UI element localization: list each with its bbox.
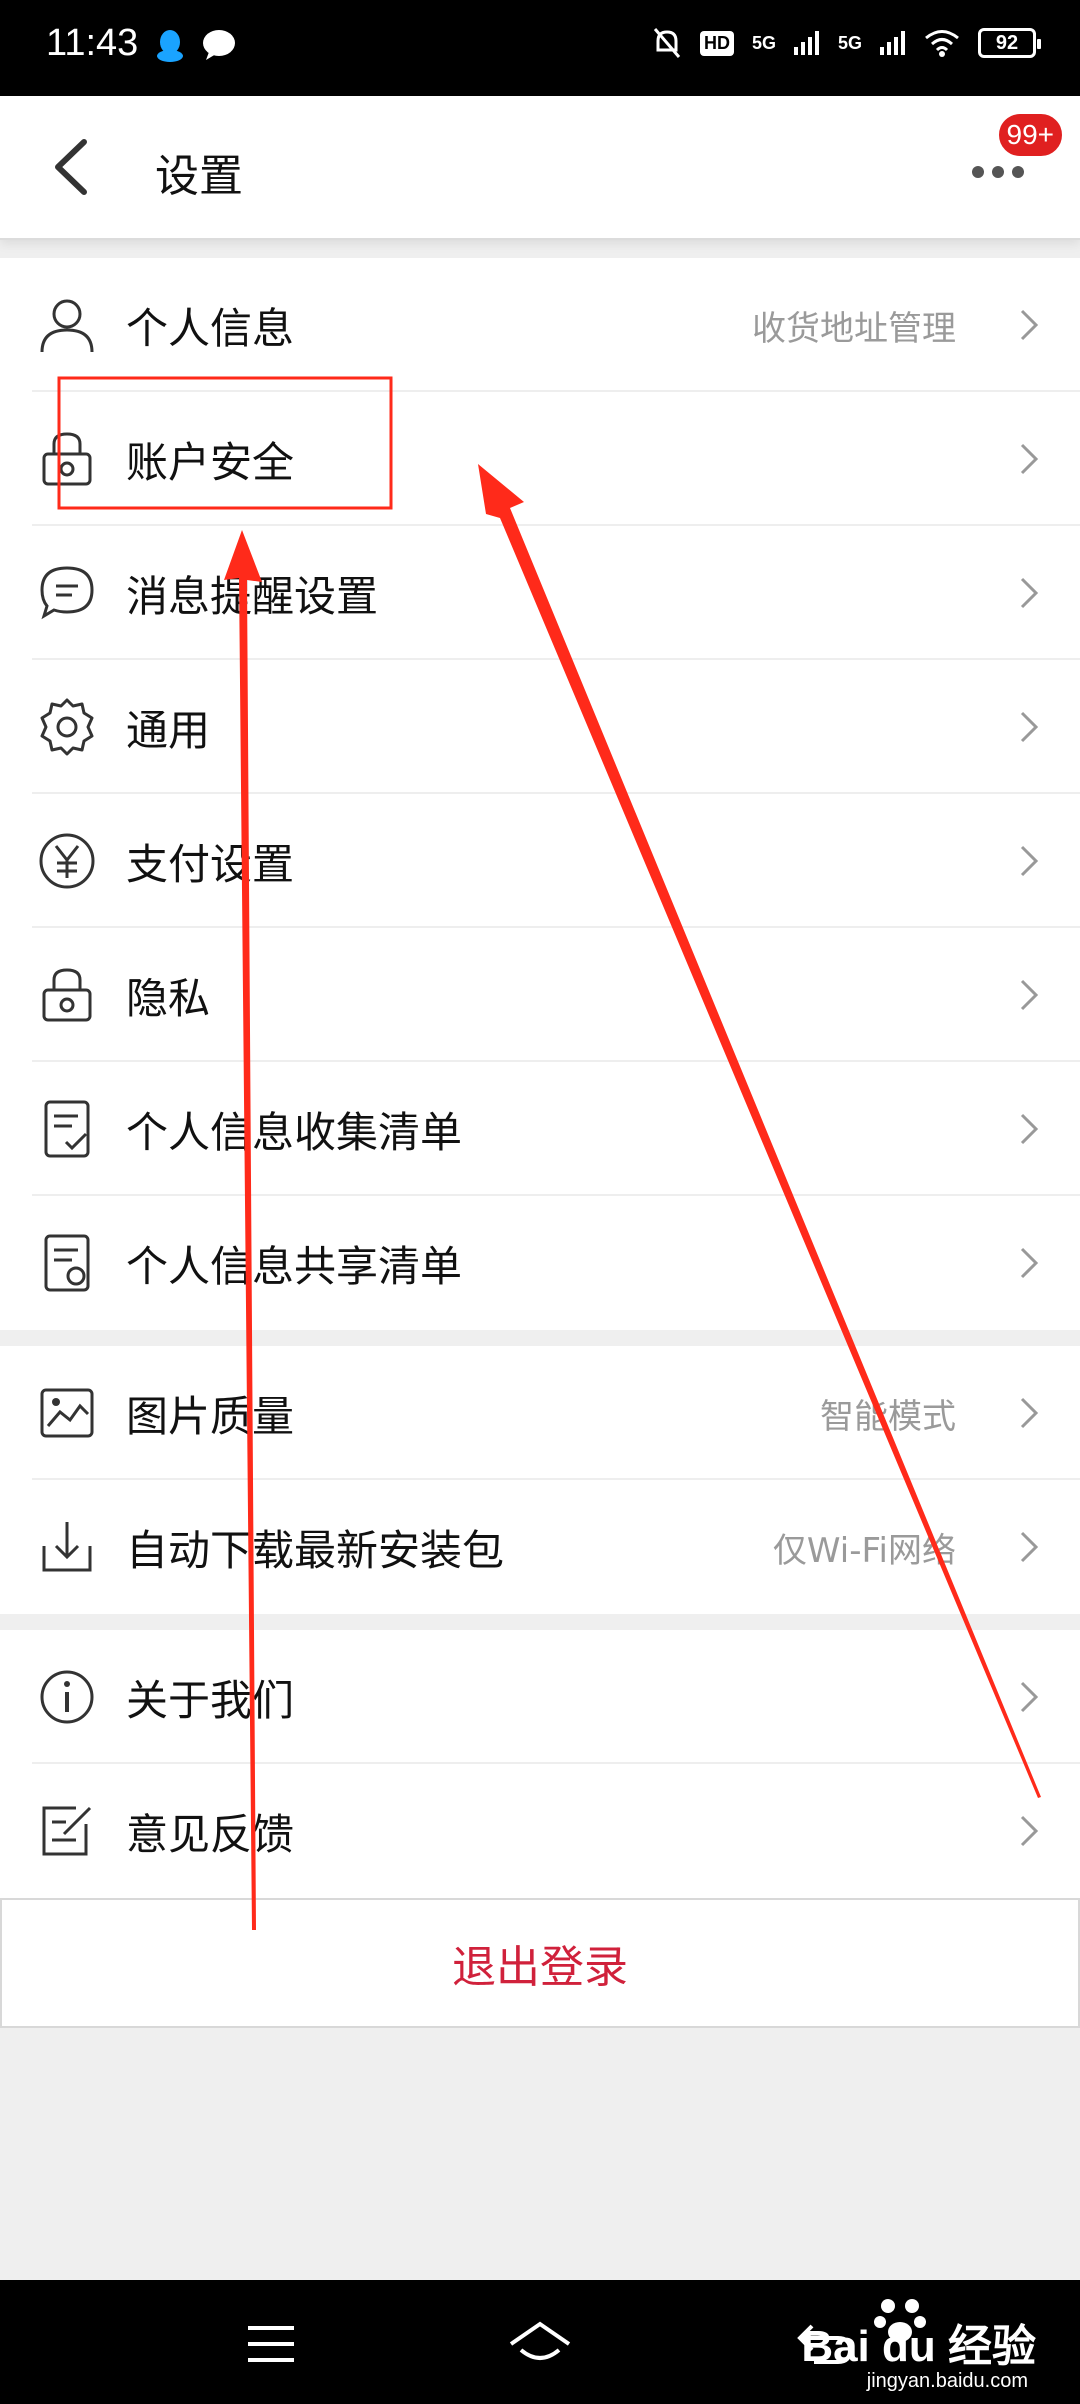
gear-icon: [40, 698, 94, 756]
back-arrow-icon[interactable]: [40, 132, 110, 202]
more-options-icon[interactable]: [968, 152, 1028, 192]
page-title: 设置: [155, 151, 243, 202]
settings-item-label: 自动下载最新安装包: [126, 1525, 505, 1575]
chevron-right-icon: [1020, 845, 1039, 877]
settings-item-payment[interactable]: 支付设置: [0, 794, 1080, 928]
wifi-icon: [925, 30, 959, 57]
settings-item-about-us[interactable]: 关于我们: [0, 1630, 1080, 1764]
watermark-title: Bai du 经验: [801, 2322, 1036, 2371]
settings-item-privacy[interactable]: 隐私: [0, 928, 1080, 1062]
baidu-jingyan-watermark: Bai du 经验 jingyan.baidu.com: [776, 2290, 1056, 2400]
watermark-url: jingyan.baidu.com: [866, 2370, 1028, 2392]
notification-icons: [155, 28, 237, 64]
qq-penguin-icon: [157, 30, 183, 62]
chevron-right-icon: [1020, 979, 1039, 1011]
logout-button[interactable]: 退出登录: [0, 1898, 1080, 2028]
chevron-right-icon: [1020, 443, 1039, 475]
chevron-right-icon: [1020, 577, 1039, 609]
chat-bubble-icon: [40, 566, 94, 620]
signal-bars-icon: [880, 31, 905, 55]
menu-icon[interactable]: [236, 2316, 306, 2372]
settings-group-about: 关于我们 意见反馈: [0, 1630, 1080, 1898]
chevron-right-icon: [1020, 711, 1039, 743]
settings-item-label: 意见反馈: [126, 1809, 295, 1859]
lock-icon: [42, 968, 92, 1022]
settings-item-label: 支付设置: [126, 839, 295, 889]
chevron-right-icon: [1020, 1681, 1039, 1713]
chevron-right-icon: [1020, 1397, 1039, 1429]
message-bubble-icon: [203, 30, 235, 60]
settings-item-message-notifications[interactable]: 消息提醒设置: [0, 526, 1080, 660]
mute-bell-icon: [653, 28, 681, 58]
settings-item-label: 图片质量: [126, 1391, 295, 1441]
lock-icon: [42, 432, 92, 486]
logout-label: 退出登录: [452, 1942, 628, 1993]
yen-icon: [39, 833, 95, 889]
share-list-icon: [44, 1234, 90, 1292]
settings-item-value: 仅Wi-Fi网络: [772, 1530, 956, 1571]
hd-label: HD: [699, 30, 734, 56]
chevron-right-icon: [1020, 1113, 1039, 1145]
signal-bars-icon: [793, 31, 819, 55]
signal-5g-1: 5G: [751, 32, 776, 53]
top-app-bar: 设置 99+: [0, 96, 1080, 240]
settings-group-account: 个人信息 收货地址管理 账户安全 消息提醒设置 通用 支付设置 隐私 个人信息收…: [0, 258, 1080, 1330]
settings-item-feedback[interactable]: 意见反馈: [0, 1764, 1080, 1898]
settings-item-label: 通用: [126, 705, 211, 755]
settings-item-personal-info[interactable]: 个人信息 收货地址管理: [0, 258, 1080, 392]
settings-item-auto-download[interactable]: 自动下载最新安装包 仅Wi-Fi网络: [0, 1480, 1080, 1614]
info-icon: [40, 1670, 94, 1724]
settings-item-label: 消息提醒设置: [126, 571, 379, 621]
feedback-icon: [42, 1806, 92, 1856]
settings-item-value: 收货地址管理: [752, 308, 956, 349]
status-time: 11:43: [46, 22, 139, 64]
download-icon: [42, 1522, 92, 1572]
settings-item-image-quality[interactable]: 图片质量 智能模式: [0, 1346, 1080, 1480]
status-bar: 11:43 HD 5G 5G 92: [0, 0, 1080, 96]
settings-item-info-sharing-list[interactable]: 个人信息共享清单: [0, 1196, 1080, 1330]
settings-item-label: 个人信息: [126, 303, 295, 353]
settings-item-label: 关于我们: [126, 1675, 295, 1725]
settings-item-label: 隐私: [126, 973, 211, 1023]
settings-item-account-security[interactable]: 账户安全: [0, 392, 1080, 526]
chevron-right-icon: [1020, 1247, 1039, 1279]
image-icon: [40, 1388, 94, 1438]
settings-item-info-collection-list[interactable]: 个人信息收集清单: [0, 1062, 1080, 1196]
user-icon: [40, 299, 94, 353]
settings-item-label: 个人信息收集清单: [126, 1107, 463, 1157]
status-right-icons: HD 5G 5G 92: [652, 26, 1041, 60]
settings-item-general[interactable]: 通用: [0, 660, 1080, 794]
signal-5g-2: 5G: [837, 32, 862, 53]
battery-indicator: 92: [978, 28, 1041, 58]
chevron-right-icon: [1020, 1531, 1039, 1563]
chevron-right-icon: [1020, 309, 1039, 341]
home-icon[interactable]: [505, 2316, 575, 2372]
checklist-icon: [44, 1100, 90, 1158]
settings-item-label: 个人信息共享清单: [126, 1241, 463, 1291]
settings-item-value: 智能模式: [820, 1396, 956, 1437]
notification-badge: 99+: [996, 112, 1064, 158]
chevron-right-icon: [1020, 1815, 1039, 1847]
settings-group-media: 图片质量 智能模式 自动下载最新安装包 仅Wi-Fi网络: [0, 1346, 1080, 1614]
settings-item-label: 账户安全: [126, 437, 295, 487]
